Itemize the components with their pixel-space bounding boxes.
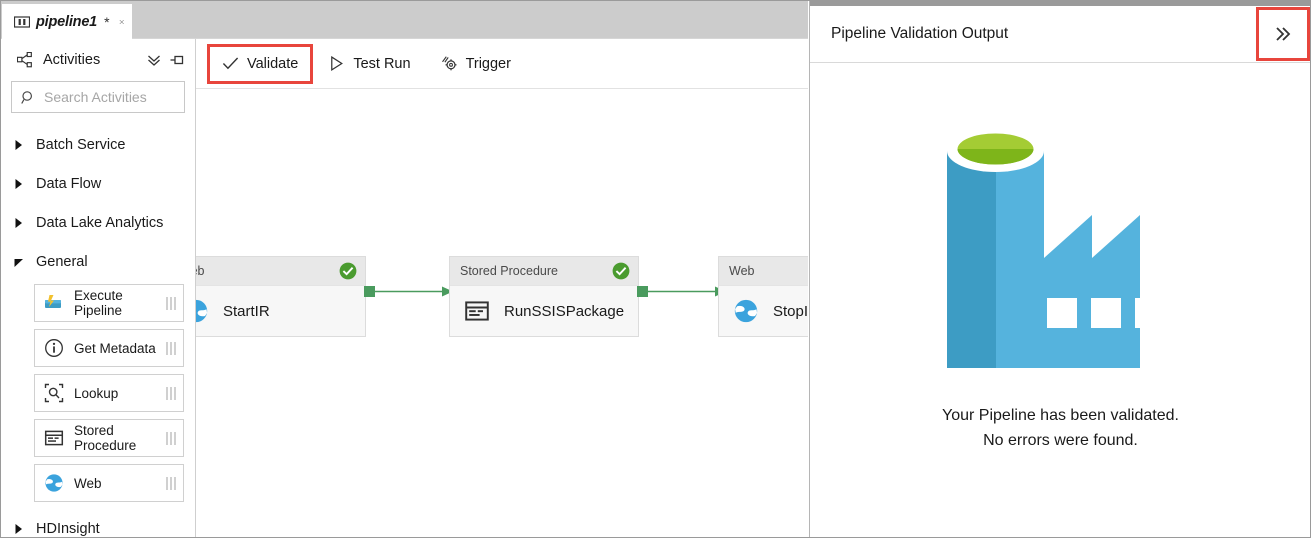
validation-message-line1: Your Pipeline has been validated.	[942, 407, 1179, 424]
search-icon	[21, 90, 32, 104]
stored-procedure-icon	[465, 301, 489, 321]
web-globe-icon	[734, 299, 758, 323]
chevron-right-icon	[15, 217, 22, 228]
stored-procedure-icon	[44, 430, 64, 446]
activities-sidebar: Activities Search Activities Batch Servi…	[1, 39, 196, 537]
search-input[interactable]	[44, 89, 195, 105]
node-body: StopIR	[719, 285, 808, 336]
chevron-right-icon	[15, 523, 22, 534]
chevron-right-icon	[15, 139, 22, 150]
activities-header: Activities	[1, 39, 195, 81]
activity-label: Execute Pipeline	[74, 288, 123, 318]
node-header: Web	[719, 257, 808, 285]
validation-message: Your Pipeline has been validated. No err…	[942, 403, 1179, 453]
sidebar-group-batch-service[interactable]: Batch Service	[1, 125, 195, 164]
connector-startir-to-runssispackage[interactable]	[364, 283, 454, 299]
activity-label: Get Metadata	[74, 340, 156, 356]
execute-pipeline-icon	[45, 295, 61, 308]
azure-data-factory-logo	[947, 130, 1165, 368]
sidebar-group-label: Data Lake Analytics	[36, 214, 164, 231]
node-body: StartIR	[196, 285, 365, 336]
status-valid-icon	[339, 262, 357, 280]
drag-handle-icon[interactable]	[166, 476, 176, 490]
tab-strip: pipeline1 *	[1, 1, 808, 40]
tab-label: pipeline1	[36, 14, 98, 30]
test-run-button[interactable]: Test Run	[316, 47, 422, 81]
pipeline-node-runssispackage[interactable]: Stored Procedure RunSSISPackage	[449, 256, 639, 337]
activity-get-metadata[interactable]: Get Metadata	[34, 329, 184, 367]
sidebar-group-data-lake-analytics[interactable]: Data Lake Analytics	[1, 203, 195, 242]
sidebar-group-label: Data Flow	[36, 175, 102, 192]
trigger-label: Trigger	[465, 55, 511, 72]
search-activities-wrap	[1, 81, 195, 113]
info-circle-icon	[45, 339, 63, 357]
trigger-button[interactable]: Trigger	[429, 47, 523, 81]
validation-message-line2: No errors were found.	[983, 432, 1138, 449]
activities-graph-icon	[17, 52, 32, 68]
web-globe-icon	[196, 299, 208, 323]
activity-label: Web	[74, 475, 102, 491]
activity-label: Stored Procedure	[74, 423, 137, 453]
status-valid-icon	[612, 262, 630, 280]
pipeline-node-startir[interactable]: Web StartIR	[196, 256, 366, 337]
pipeline-node-stopir[interactable]: Web StopIR	[718, 256, 808, 337]
check-icon	[222, 57, 239, 70]
node-type-label: Web	[196, 264, 205, 278]
search-box[interactable]	[11, 81, 195, 113]
validation-panel: Pipeline Validation Output Your Pipeline…	[809, 1, 1310, 537]
chevron-down-icon	[14, 258, 23, 267]
node-type-label: Stored Procedure	[460, 264, 558, 278]
pipeline-toolbar: Validate Test Run Trigger	[196, 39, 808, 89]
drag-handle-icon[interactable]	[166, 296, 176, 310]
general-activity-list: Execute Pipeline Get Metadata Lookup Sto…	[1, 281, 195, 502]
node-name-label: StartIR	[223, 302, 270, 320]
pipeline-icon	[14, 16, 30, 28]
web-globe-icon	[45, 474, 63, 492]
sidebar-group-general[interactable]: General	[1, 242, 195, 281]
tab-dirty-marker: *	[104, 14, 110, 30]
adf-pipeline-editor: pipeline1 * Activities Search Activities…	[0, 0, 1311, 538]
activities-tree: Batch Service Data Flow Data Lake Analyt…	[1, 125, 195, 537]
node-header: Web	[196, 257, 365, 285]
pipeline-canvas[interactable]: Web StartIR	[196, 89, 808, 537]
collapse-panel-button[interactable]	[1256, 7, 1310, 61]
connector-runssispackage-to-stopir[interactable]	[637, 283, 727, 299]
node-name-label: StopIR	[773, 302, 808, 320]
test-run-label: Test Run	[353, 55, 411, 72]
sidebar-group-data-flow[interactable]: Data Flow	[1, 164, 195, 203]
play-icon	[331, 55, 344, 72]
node-type-label: Web	[729, 264, 755, 278]
sidebar-group-hdinsight[interactable]: HDInsight	[1, 509, 195, 537]
tab-pipeline1[interactable]: pipeline1 *	[2, 4, 132, 40]
activity-lookup[interactable]: Lookup	[34, 374, 184, 412]
activities-header-actions	[146, 52, 185, 68]
double-chevron-down-icon[interactable]	[146, 52, 162, 68]
sidebar-group-label: General	[36, 253, 88, 270]
node-name-label: RunSSISPackage	[504, 302, 625, 320]
double-chevron-right-icon	[1276, 27, 1291, 41]
sidebar-group-label: HDInsight	[36, 520, 100, 537]
activities-title: Activities	[43, 52, 101, 68]
drag-handle-icon[interactable]	[166, 386, 176, 400]
activity-execute-pipeline[interactable]: Execute Pipeline	[34, 284, 184, 322]
sidebar-group-label: Batch Service	[36, 136, 126, 153]
trigger-gear-icon	[441, 56, 457, 71]
validation-panel-header: Pipeline Validation Output	[810, 6, 1310, 63]
validate-label: Validate	[247, 55, 299, 72]
drag-handle-icon[interactable]	[166, 341, 176, 355]
node-header: Stored Procedure	[450, 257, 638, 285]
validation-panel-body: Your Pipeline has been validated. No err…	[810, 63, 1310, 537]
lookup-icon	[44, 383, 64, 403]
validation-panel-title: Pipeline Validation Output	[831, 25, 1009, 42]
validate-button[interactable]: Validate	[206, 43, 314, 84]
pin-icon[interactable]	[169, 52, 185, 68]
activity-web[interactable]: Web	[34, 464, 184, 502]
pipeline-canvas-area: Validate Test Run Trigger b StartIR Stor…	[196, 39, 808, 537]
activity-stored-procedure[interactable]: Stored Procedure	[34, 419, 184, 457]
close-icon[interactable]	[119, 15, 124, 29]
node-body: RunSSISPackage	[450, 285, 638, 336]
chevron-right-icon	[15, 178, 22, 189]
activity-label: Lookup	[74, 385, 119, 401]
drag-handle-icon[interactable]	[166, 431, 176, 445]
